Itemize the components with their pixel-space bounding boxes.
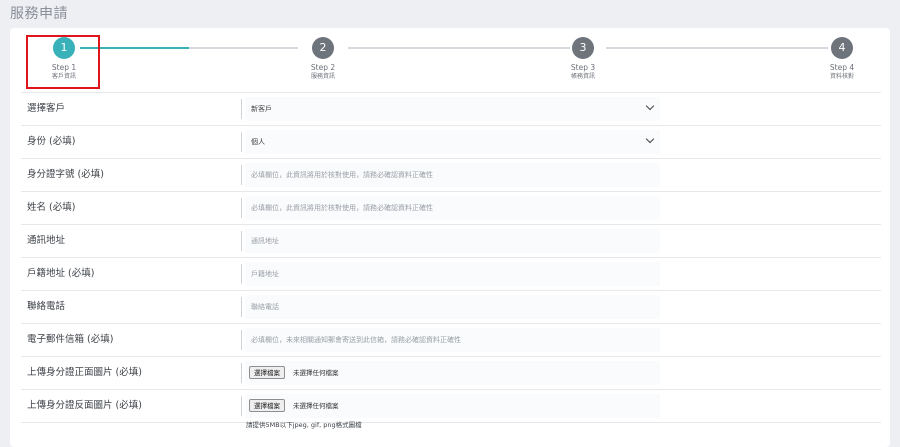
stepper: 1 Step 1 客戶資訊 2 Step 2 服務資訊 3 Step 3 帳務資… (10, 28, 890, 92)
identity-select[interactable]: 個人 (245, 130, 660, 154)
id-back-file-status: 未選擇任何檔案 (293, 402, 339, 410)
step-1-subtitle: 客戶資訊 (51, 73, 76, 80)
mail-address-label: 通訊地址 (27, 235, 66, 246)
step-connector-3-4 (606, 47, 828, 49)
id-front-file-field: 選擇檔案 未選擇任何檔案 (245, 361, 660, 385)
step-1[interactable]: 1 Step 1 客戶資訊 (29, 37, 99, 81)
identity-select-value: 個人 (251, 138, 265, 146)
email-input[interactable] (245, 328, 660, 352)
row-divider (241, 99, 242, 119)
form-row-id-back: 上傳身分證反面圖片 (必填) 選擇檔案 未選擇任何檔案 (21, 389, 881, 422)
step-4-number: 4 (831, 37, 853, 59)
id-front-choose-file-button[interactable]: 選擇檔案 (249, 366, 285, 379)
identity-label: 身份 (必填) (27, 136, 76, 147)
row-divider (241, 297, 242, 317)
form-card: 1 Step 1 客戶資訊 2 Step 2 服務資訊 3 Step 3 帳務資… (10, 28, 890, 447)
step-2-number: 2 (312, 37, 334, 59)
row-divider (241, 165, 242, 185)
mail-address-input[interactable] (245, 229, 660, 253)
name-label: 姓名 (必填) (27, 202, 76, 213)
step-connector-2-3 (348, 47, 570, 49)
step-3-label: Step 3 (570, 63, 596, 72)
id-front-label: 上傳身分證正面圖片 (必填) (27, 367, 142, 378)
row-divider (241, 132, 242, 152)
form-row-mail-address: 通訊地址 (21, 224, 881, 257)
phone-input[interactable] (245, 295, 660, 319)
step-3[interactable]: 3 Step 3 帳務資訊 (548, 37, 618, 81)
page-title: 服務申請 (10, 6, 68, 22)
id-back-file-field: 選擇檔案 未選擇任何檔案 (245, 394, 660, 418)
row-divider (241, 264, 242, 284)
row-divider (241, 396, 242, 416)
step-4-subtitle: 資料核對 (829, 73, 854, 80)
form-row-id-number: 身分證字號 (必填) (21, 158, 881, 191)
step-4[interactable]: 4 Step 4 資料核對 (807, 37, 877, 81)
id-number-label: 身分證字號 (必填) (27, 169, 104, 180)
id-front-file-status: 未選擇任何檔案 (293, 369, 339, 377)
household-address-input[interactable] (245, 262, 660, 286)
form-row-customer: 選擇客戶 新客戶 (21, 92, 881, 125)
household-address-label: 戶籍地址 (必填) (27, 268, 95, 279)
form-row-name: 姓名 (必填) (21, 191, 881, 224)
step-connector-1-2 (80, 47, 298, 49)
customer-select-value: 新客戶 (251, 105, 272, 113)
row-divider (241, 363, 242, 383)
id-back-label: 上傳身分證反面圖片 (必填) (27, 400, 142, 411)
step-1-number: 1 (53, 37, 75, 59)
step-3-number: 3 (572, 37, 594, 59)
customer-label: 選擇客戶 (27, 103, 66, 114)
row-divider (241, 198, 242, 218)
form-row-identity: 身份 (必填) 個人 (21, 125, 881, 158)
step-2[interactable]: 2 Step 2 服務資訊 (288, 37, 358, 81)
id-back-choose-file-button[interactable]: 選擇檔案 (249, 399, 285, 412)
step-1-label: Step 1 (51, 63, 77, 72)
form-row-email: 電子郵件信箱 (必填) (21, 323, 881, 356)
id-number-input[interactable] (245, 163, 660, 187)
form-row-id-front: 上傳身分證正面圖片 (必填) 選擇檔案 未選擇任何檔案 (21, 356, 881, 389)
form-row-phone: 聯絡電話 (21, 290, 881, 323)
row-divider (241, 330, 242, 350)
step-2-subtitle: 服務資訊 (310, 73, 335, 80)
customer-form: 選擇客戶 新客戶 身份 (必填) 個人 身分證字號 (必填) 姓名 (必填) (21, 92, 881, 423)
phone-label: 聯絡電話 (27, 301, 66, 312)
form-row-household-address: 戶籍地址 (必填) (21, 257, 881, 290)
row-divider (241, 231, 242, 251)
customer-select[interactable]: 新客戶 (245, 97, 660, 121)
step-2-label: Step 2 (310, 63, 336, 72)
form-bottom-divider (21, 422, 881, 423)
name-input[interactable] (245, 196, 660, 220)
upload-hint: 請提供5MB以下jpeg, gif, png格式圖檔 (246, 421, 362, 429)
step-3-subtitle: 帳務資訊 (570, 73, 595, 80)
email-label: 電子郵件信箱 (必填) (27, 334, 114, 345)
step-4-label: Step 4 (829, 63, 855, 72)
